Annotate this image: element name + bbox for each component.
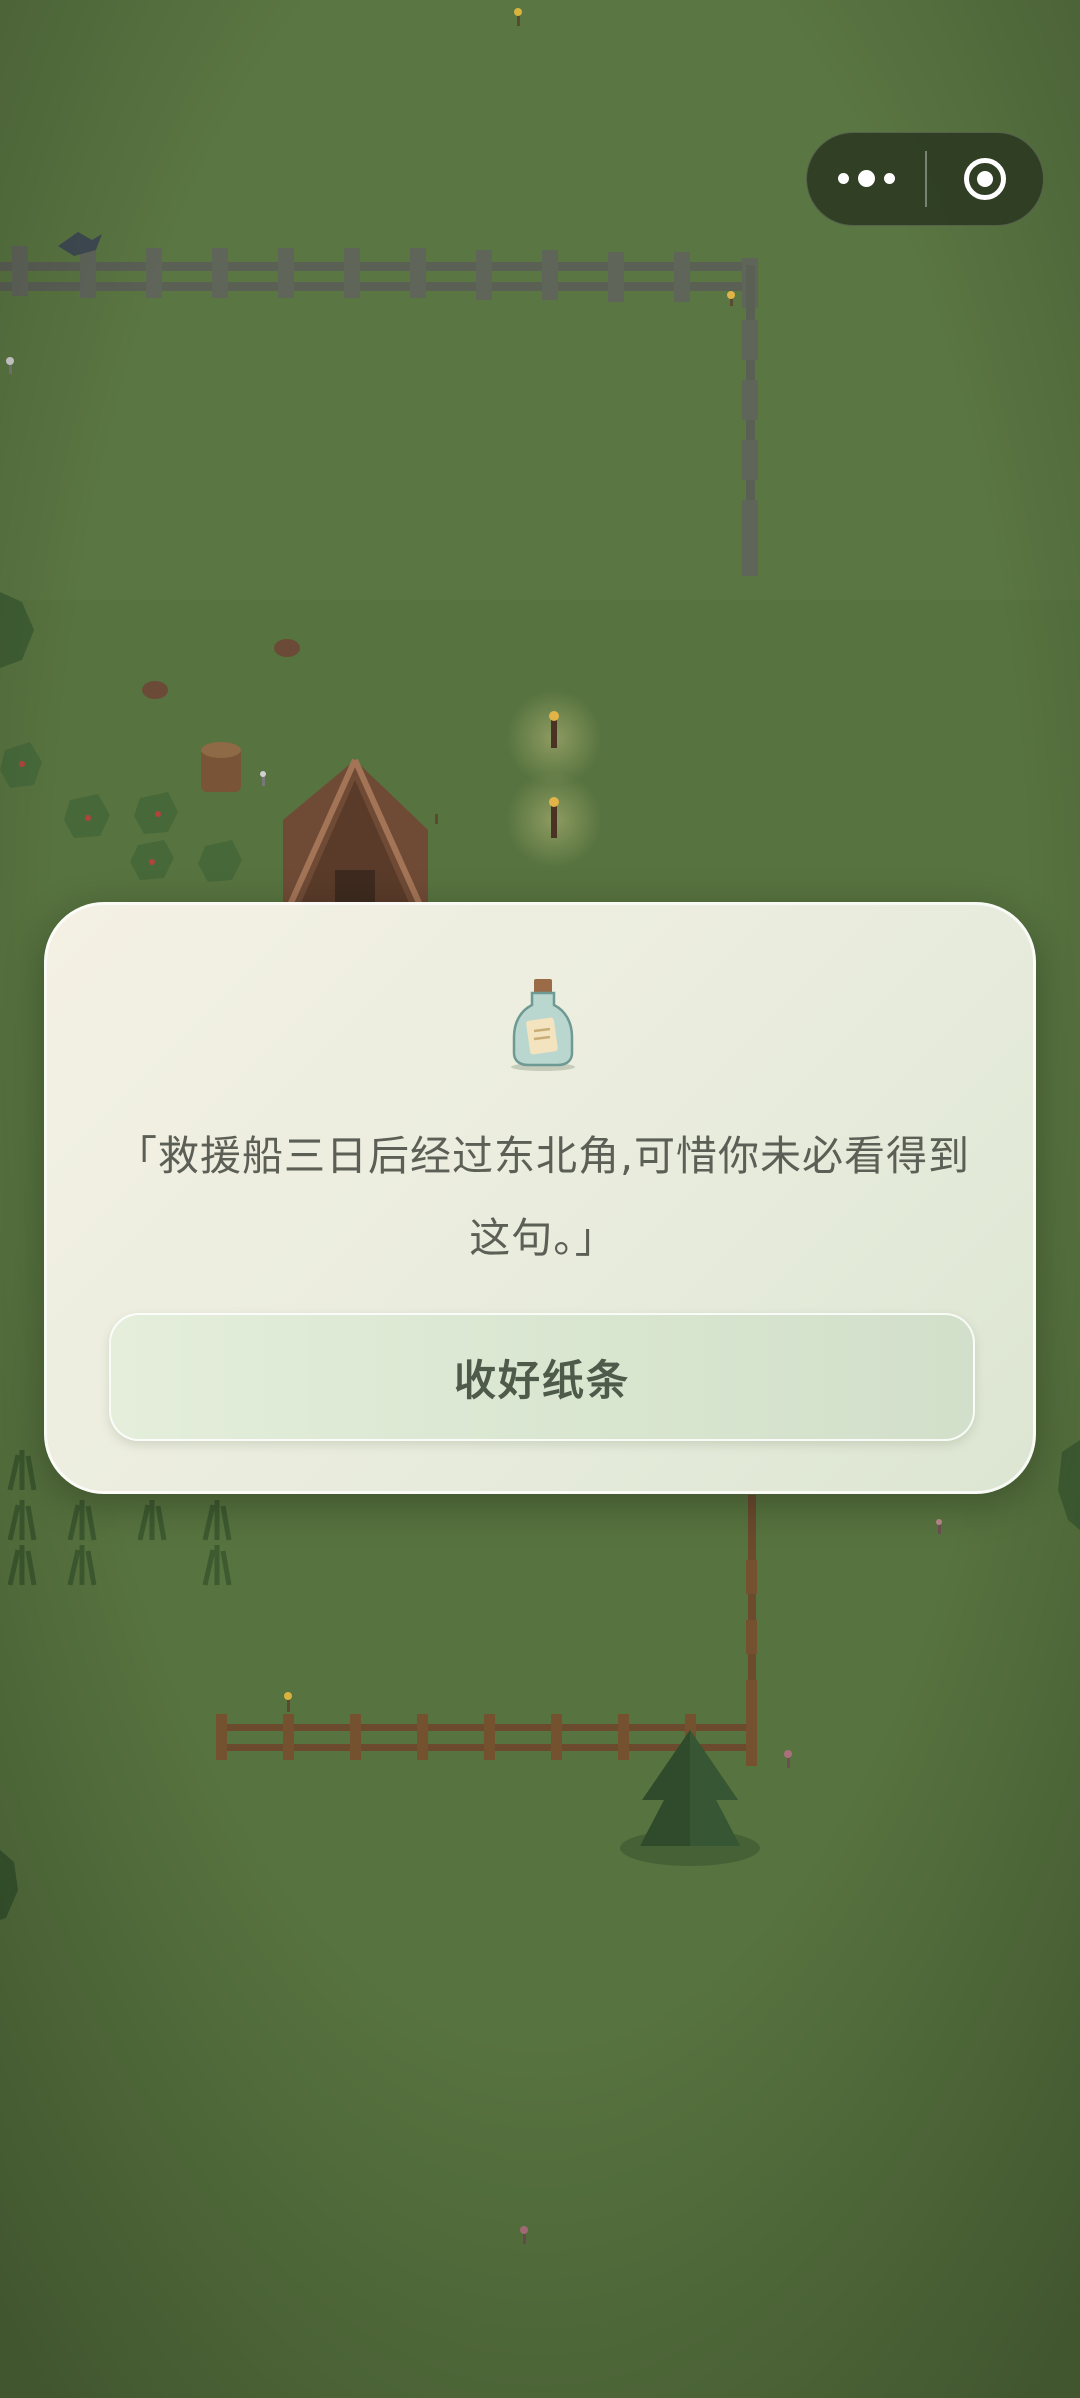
close-miniprogram-button[interactable] bbox=[927, 133, 1043, 224]
more-dots-icon-center bbox=[857, 170, 875, 187]
target-circle-icon bbox=[964, 157, 1006, 200]
more-dots-icon-right bbox=[883, 173, 895, 184]
message-bottle-icon bbox=[511, 979, 575, 1071]
more-dots-icon bbox=[837, 173, 849, 184]
note-message: 「救援船三日后经过东北角,可惜你未必看得到这句。」 bbox=[115, 1132, 971, 1262]
more-menu-button[interactable] bbox=[807, 133, 925, 224]
keep-note-button[interactable]: 收好纸条 bbox=[109, 1313, 975, 1441]
note-dialog: 「救援船三日后经过东北角,可惜你未必看得到这句。」 收好纸条 bbox=[44, 902, 1036, 1494]
miniprogram-capsule bbox=[806, 132, 1044, 226]
